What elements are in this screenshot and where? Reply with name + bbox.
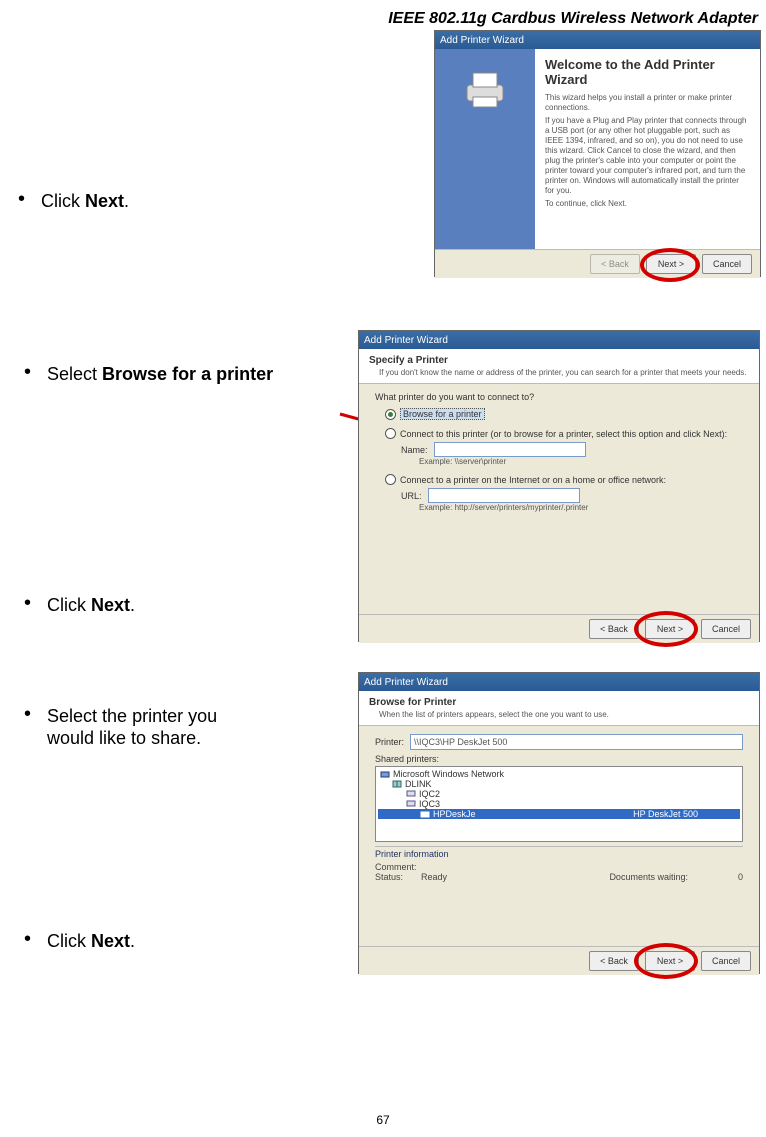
cancel-button[interactable]: Cancel <box>702 254 752 274</box>
radio-icon <box>385 474 396 485</box>
radio-icon <box>385 409 396 420</box>
tree-row-computer[interactable]: IQC3 <box>378 799 740 809</box>
page-number: 67 <box>0 1113 766 1127</box>
wizard-title: Add Printer Wizard <box>364 335 448 346</box>
wizard-content: Welcome to the Add Printer Wizard This w… <box>535 49 760 249</box>
comment-label: Comment: <box>375 862 417 872</box>
printer-icon <box>461 65 509 113</box>
tree-row-group[interactable]: DLINK <box>378 779 740 789</box>
back-button[interactable]: < Back <box>589 619 639 639</box>
instruction-text: Select Browse for a printer <box>47 363 273 385</box>
bullet-icon: • <box>24 594 31 612</box>
wizard-button-row: < Back Next > Cancel <box>359 946 759 975</box>
wizard-title: Add Printer Wizard <box>440 35 524 46</box>
instruction-click-next-2: • Click Next. <box>24 594 135 616</box>
back-button[interactable]: < Back <box>589 951 639 971</box>
shared-printers-label: Shared printers: <box>375 754 743 764</box>
status-label: Status: <box>375 872 403 882</box>
network-icon <box>380 769 390 779</box>
option-browse[interactable]: Browse for a printer <box>385 408 743 420</box>
url-field[interactable] <box>428 488 580 503</box>
instruction-text: Select the printer you would like to sha… <box>47 705 217 749</box>
wizard-header-title: Specify a Printer <box>369 355 448 366</box>
wizard-intro-text: This wizard helps you install a printer … <box>545 93 750 113</box>
wizard-header-sub: When the list of printers appears, selec… <box>379 710 749 719</box>
page: IEEE 802.11g Cardbus Wireless Network Ad… <box>0 0 766 1137</box>
instruction-select-printer: • Select the printer you would like to s… <box>24 705 217 749</box>
wizard-heading: Welcome to the Add Printer Wizard <box>545 57 750 87</box>
bullet-icon: • <box>24 363 31 381</box>
wizard-titlebar: Add Printer Wizard <box>359 331 759 349</box>
wizard-header: Browse for Printer When the list of prin… <box>359 691 759 726</box>
wizard-button-row: < Back Next > Cancel <box>359 614 759 643</box>
wizard-content: Printer: \\IQC3\HP DeskJet 500 Shared pr… <box>359 726 759 946</box>
radio-icon <box>385 428 396 439</box>
page-header: IEEE 802.11g Cardbus Wireless Network Ad… <box>388 10 758 28</box>
instruction-text: Click Next. <box>41 190 129 212</box>
cancel-button[interactable]: Cancel <box>701 951 751 971</box>
instruction-text: Click Next. <box>47 594 135 616</box>
name-example: Example: \\server\printer <box>419 457 743 466</box>
option-connect-url[interactable]: Connect to a printer on the Internet or … <box>385 474 743 485</box>
workgroup-icon <box>392 779 402 789</box>
tree-row-network[interactable]: Microsoft Windows Network <box>378 769 740 779</box>
option-browse-label: Browse for a printer <box>400 408 485 420</box>
computer-icon <box>406 799 416 809</box>
next-button[interactable]: Next > <box>645 951 695 971</box>
printer-info-title: Printer information <box>375 849 743 859</box>
printer-field[interactable]: \\IQC3\HP DeskJet 500 <box>410 734 743 750</box>
instruction-text: Click Next. <box>47 930 135 952</box>
option-connect-name-label: Connect to this printer (or to browse fo… <box>400 429 727 439</box>
wizard-continue-text: To continue, click Next. <box>545 199 750 209</box>
wizard-header-sub: If you don't know the name or address of… <box>379 368 749 377</box>
docs-waiting-value: 0 <box>738 872 743 882</box>
instruction-click-next-1: • Click Next. <box>18 190 129 212</box>
tree-row-computer[interactable]: IQC2 <box>378 789 740 799</box>
bullet-icon: • <box>24 930 31 948</box>
status-value: Ready <box>421 872 447 882</box>
wizard-title: Add Printer Wizard <box>364 677 448 688</box>
wizard-titlebar: Add Printer Wizard <box>359 673 759 691</box>
wizard-header: Specify a Printer If you don't know the … <box>359 349 759 384</box>
printer-info-frame: Printer information Comment: Status: Rea… <box>375 846 743 882</box>
tree-row-printer-selected[interactable]: HPDeskJe HP DeskJet 500 <box>378 809 740 819</box>
printer-icon <box>420 809 430 819</box>
wizard-sidebar <box>435 49 535 249</box>
wizard-note-text: If you have a Plug and Play printer that… <box>545 116 750 196</box>
wizard-content: What printer do you want to connect to? … <box>359 384 759 614</box>
wizard-specify-printer: Add Printer Wizard Specify a Printer If … <box>358 330 760 642</box>
option-connect-name[interactable]: Connect to this printer (or to browse fo… <box>385 428 743 439</box>
back-button[interactable]: < Back <box>590 254 640 274</box>
next-button[interactable]: Next > <box>645 619 695 639</box>
computer-icon <box>406 789 416 799</box>
bullet-icon: • <box>18 190 25 208</box>
instruction-select-browse: • Select Browse for a printer <box>24 363 273 385</box>
docs-waiting-label: Documents waiting: <box>609 872 688 882</box>
instruction-click-next-3: • Click Next. <box>24 930 135 952</box>
printer-label: Printer: <box>375 737 404 747</box>
wizard-titlebar: Add Printer Wizard <box>435 31 760 49</box>
name-field[interactable] <box>434 442 586 457</box>
url-example: Example: http://server/printers/myprinte… <box>419 503 743 512</box>
wizard-header-title: Browse for Printer <box>369 697 456 708</box>
url-label: URL: <box>401 491 422 501</box>
option-connect-url-label: Connect to a printer on the Internet or … <box>400 475 666 485</box>
wizard-browse-printer: Add Printer Wizard Browse for Printer Wh… <box>358 672 760 974</box>
bullet-icon: • <box>24 705 31 723</box>
next-button[interactable]: Next > <box>646 254 696 274</box>
cancel-button[interactable]: Cancel <box>701 619 751 639</box>
question-label: What printer do you want to connect to? <box>375 392 743 402</box>
name-label: Name: <box>401 445 428 455</box>
wizard-welcome: Add Printer Wizard Welcome to the Add Pr… <box>434 30 761 277</box>
wizard-button-row: < Back Next > Cancel <box>435 249 760 278</box>
printer-tree[interactable]: Microsoft Windows Network DLINK IQC2 <box>375 766 743 842</box>
